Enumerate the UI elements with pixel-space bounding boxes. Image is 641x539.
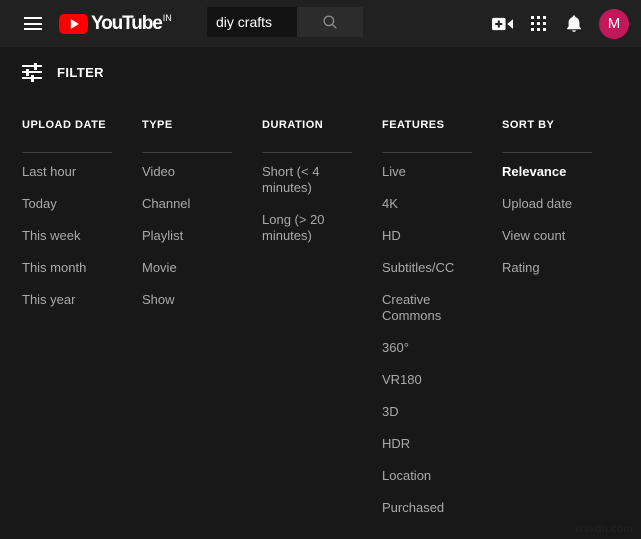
filter-group: UPLOAD DATE Last hour Today This week This m… [22,119,142,532]
filter-option[interactable]: This year [22,292,114,308]
hamburger-menu-icon [24,17,42,30]
logo-wordmark: YouTube [91,13,163,34]
filter-group-title: TYPE [142,119,173,131]
bell-icon [567,14,581,32]
filter-menu: UPLOAD DATE Last hour Today This week This m… [22,119,622,532]
filter-option[interactable]: Movie [142,260,234,276]
filter-option[interactable]: Subtitles/CC [382,260,474,276]
filter-option[interactable]: Short (< 4 minutes) [262,164,354,196]
header-actions: M [484,0,633,47]
search-button[interactable] [297,7,363,37]
filter-option[interactable]: Location [382,468,474,484]
filter-group-divider [382,152,472,153]
filter-option[interactable]: View count [502,228,594,244]
filter-group-divider [142,152,232,153]
filter-option[interactable]: HDR [382,436,474,452]
filter-group-divider [502,152,592,153]
filter-option[interactable]: Live [382,164,474,180]
filter-option[interactable]: 4K [382,196,474,212]
filter-group-title: DURATION [262,119,324,131]
filter-option[interactable]: Purchased [382,500,474,516]
filter-group-divider [262,152,352,153]
filter-group-title: UPLOAD DATE [22,119,107,131]
video-camera-plus-icon [491,17,513,30]
guide-menu-button[interactable] [13,4,53,44]
filter-option[interactable]: Video [142,164,234,180]
youtube-logo[interactable]: YouTube IN [59,13,172,34]
filter-option[interactable]: Upload date [502,196,594,212]
apps-grid-icon [530,16,546,31]
create-video-button[interactable] [484,6,520,42]
filter-group: SORT BY Relevance Upload date View count Rat… [502,119,622,532]
filter-option[interactable]: Last hour [22,164,114,180]
filter-option[interactable]: VR180 [382,372,474,388]
filter-option[interactable]: This week [22,228,114,244]
logo-country-code: IN [162,13,172,23]
filter-toggle-button[interactable]: FILTER [22,62,104,82]
filter-label: FILTER [57,64,104,80]
filter-group: TYPE Video Channel Playlist Movie Show [142,119,262,532]
filter-group: FEATURES Live 4K HD Subtitles/CC Creative Com… [382,119,502,532]
filter-group-title: FEATURES [382,119,445,131]
filter-option[interactable]: Rating [502,260,594,276]
filter-option[interactable]: Creative Commons [382,292,474,324]
play-triangle-icon [59,14,88,34]
filter-bar: FILTER [0,47,641,97]
filter-option[interactable]: Long (> 20 minutes) [262,212,354,244]
masthead: YouTube IN diy crafts M [0,0,641,47]
search-form [207,7,363,37]
watermark: wsxdn.com [575,523,633,535]
avatar[interactable]: M [599,8,629,39]
apps-button[interactable] [520,6,556,42]
search-icon [323,15,337,29]
filter-group: DURATION Short (< 4 minutes) Long (> 20 mi… [262,119,382,532]
filter-group-divider [22,152,112,153]
tune-icon [22,62,42,82]
filter-option[interactable]: Today [22,196,114,212]
filter-group-title: SORT BY [502,119,555,131]
filter-option[interactable]: 3D [382,404,474,420]
filter-option[interactable]: Relevance [502,164,594,180]
notifications-button[interactable] [556,6,592,42]
filter-option[interactable]: 360° [382,340,474,356]
filter-option[interactable]: Playlist [142,228,234,244]
filter-option[interactable]: Channel [142,196,234,212]
filter-option[interactable]: HD [382,228,474,244]
filter-option[interactable]: Show [142,292,234,308]
search-input[interactable] [207,7,297,37]
filter-option[interactable]: This month [22,260,114,276]
